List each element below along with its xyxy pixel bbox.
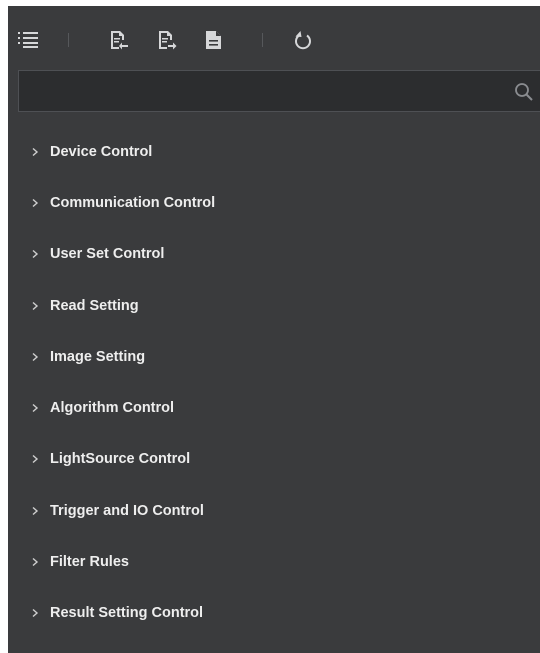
refresh-icon	[295, 31, 311, 50]
toolbar	[8, 6, 540, 70]
chevron-right-icon	[32, 609, 39, 618]
tree-item-label: Algorithm Control	[50, 400, 175, 417]
tree-item-label: Trigger and IO Control	[50, 502, 204, 519]
tree-item-label: Image Setting	[50, 348, 146, 365]
tree-item-device-control[interactable]: Device Control	[8, 126, 540, 177]
chevron-right-icon	[32, 455, 39, 464]
tree-item-lightsource-control[interactable]: LightSource Control	[8, 434, 540, 485]
toolbar-separator	[68, 33, 69, 47]
toolbar-separator	[262, 33, 263, 47]
tree-item-label: Filter Rules	[50, 554, 129, 571]
tree-item-label: LightSource Control	[50, 451, 191, 468]
tree-item-label: Result Setting Control	[50, 605, 204, 622]
export-button[interactable]	[155, 28, 179, 52]
tree-item-filter-rules[interactable]: Filter Rules	[8, 536, 540, 587]
chevron-right-icon	[32, 198, 39, 207]
tree-item-label: Read Setting	[50, 297, 139, 314]
import-icon	[111, 31, 128, 50]
tree-item-user-set-control[interactable]: User Set Control	[8, 229, 540, 280]
parameter-panel: Device Control Communication Control Use…	[8, 6, 540, 653]
collapse-all-icon	[18, 32, 38, 48]
chevron-right-icon	[32, 404, 39, 413]
tree-item-label: Device Control	[50, 143, 153, 160]
tree-item-label: Communication Control	[50, 194, 216, 211]
parameter-tree: Device Control Communication Control Use…	[8, 126, 540, 639]
document-icon	[206, 31, 221, 49]
document-button[interactable]	[202, 28, 226, 52]
refresh-button[interactable]	[291, 28, 315, 52]
tree-item-image-setting[interactable]: Image Setting	[8, 331, 540, 382]
collapse-all-button[interactable]	[17, 28, 41, 52]
tree-item-read-setting[interactable]: Read Setting	[8, 280, 540, 331]
chevron-right-icon	[32, 301, 39, 310]
search-icon[interactable]	[514, 82, 534, 102]
chevron-right-icon	[32, 147, 39, 156]
import-button[interactable]	[107, 28, 131, 52]
tree-item-label: User Set Control	[50, 246, 165, 263]
tree-item-algorithm-control[interactable]: Algorithm Control	[8, 382, 540, 433]
chevron-right-icon	[32, 506, 39, 515]
chevron-right-icon	[32, 557, 39, 567]
chevron-right-icon	[32, 352, 39, 361]
tree-item-trigger-io-control[interactable]: Trigger and IO Control	[8, 485, 540, 536]
search-box	[18, 70, 540, 112]
search-input[interactable]	[19, 71, 499, 111]
tree-item-result-setting-control[interactable]: Result Setting Control	[8, 588, 540, 639]
export-icon	[159, 31, 177, 50]
chevron-right-icon	[32, 250, 39, 259]
tree-item-communication-control[interactable]: Communication Control	[8, 177, 540, 228]
